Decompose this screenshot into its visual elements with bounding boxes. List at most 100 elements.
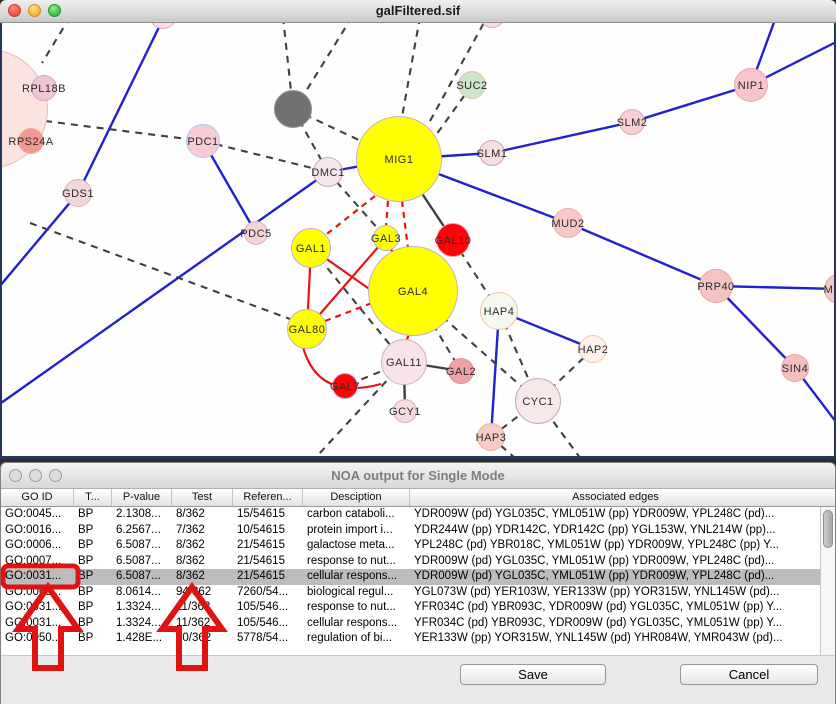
table-cell: BP xyxy=(74,569,112,585)
network-edge-pp[interactable] xyxy=(78,23,163,193)
column-header-t-[interactable]: T... xyxy=(74,489,112,506)
table-cell: 1.428E... xyxy=(112,631,172,647)
node-label-pdc1: PDC1 xyxy=(187,136,218,148)
table-body: GO:0045...BP2.1308...8/36215/54615carbon… xyxy=(1,507,835,655)
network-edge-redd[interactable] xyxy=(318,196,375,241)
table-cell: 11/362 xyxy=(172,616,233,632)
table-cell: BP xyxy=(74,523,112,539)
node-label-suc2: SUC2 xyxy=(456,80,487,92)
table-cell: 6.5087... xyxy=(112,538,172,554)
table-cell: 2.1308... xyxy=(112,507,172,523)
table-row[interactable]: GO:0065...BP8.0614...94/3627260/54...bio… xyxy=(1,585,835,601)
table-row[interactable]: GO:0050...BP1.428E...80/3625778/54...reg… xyxy=(1,631,835,647)
table-cell: regulation of bi... xyxy=(303,631,410,647)
table-cell: response to nut... xyxy=(303,554,410,570)
table-cell: 8/362 xyxy=(172,569,233,585)
network-node-gray-node[interactable] xyxy=(274,90,312,128)
node-label-dmc1: DMC1 xyxy=(311,167,344,179)
table-cell: 80/362 xyxy=(172,631,233,647)
network-canvas[interactable]: RPL18BRPS24AGDS1PDC1PDC5MIG1SUC2SLM1DMC1… xyxy=(0,23,836,459)
table-cell: 7/362 xyxy=(172,523,233,539)
table-cell: carbon cataboli... xyxy=(303,507,410,523)
table-row[interactable]: GO:0007...BP6.5087...8/36221/54615respon… xyxy=(1,554,835,570)
column-header-go-id[interactable]: GO ID xyxy=(1,489,74,506)
column-header-referen-[interactable]: Referen... xyxy=(233,489,303,506)
table-cell: cellular respons... xyxy=(303,616,410,632)
node-label-rpl18b: RPL18B xyxy=(22,83,66,95)
table-row[interactable]: GO:0031...BP6.5087...8/36221/54615cellul… xyxy=(1,569,835,585)
scrollbar-thumb[interactable] xyxy=(823,510,833,548)
table-cell: GO:0050... xyxy=(1,631,74,647)
column-header-associated-edges[interactable]: Associated edges xyxy=(410,489,821,506)
network-edge-pp[interactable] xyxy=(716,286,795,368)
cancel-button[interactable]: Cancel xyxy=(680,664,818,685)
node-label-gal3: GAL3 xyxy=(371,233,401,245)
button-panel: Save Cancel xyxy=(1,655,835,704)
table-cell: BP xyxy=(74,554,112,570)
network-edge-pp[interactable] xyxy=(632,85,751,122)
table-cell: 15/54615 xyxy=(233,507,303,523)
network-edge-pd[interactable] xyxy=(283,23,291,91)
table-cell: 8/362 xyxy=(172,538,233,554)
table-row[interactable]: GO:0031...BP1.3324...11/362105/546...cel… xyxy=(1,616,835,632)
table-cell: response to nut... xyxy=(303,600,410,616)
table-cell: BP xyxy=(74,585,112,601)
node-label-slm1: SLM1 xyxy=(477,148,508,160)
network-edge-pp[interactable] xyxy=(568,223,716,286)
table-cell: 1.3324... xyxy=(112,600,172,616)
table-row[interactable]: GO:0016...BP6.2567...7/36210/54615protei… xyxy=(1,523,835,539)
node-label-gds1: GDS1 xyxy=(62,188,94,200)
network-edge-redd[interactable] xyxy=(386,201,388,227)
table-cell: protein import i... xyxy=(303,523,410,539)
node-label-gal1: GAL1 xyxy=(296,243,326,255)
table-row[interactable]: GO:0006...BP6.5087...8/36221/54615galact… xyxy=(1,538,835,554)
table-cell: 105/546... xyxy=(233,616,303,632)
table-cell: YDR009W (pd) YGL035C, YML051W (pp) YDR00… xyxy=(410,569,821,585)
network-edge-pd[interactable] xyxy=(303,23,352,96)
table-cell: GO:0031... xyxy=(1,616,74,632)
table-row[interactable]: GO:0045...BP2.1308...8/36215/54615carbon… xyxy=(1,507,835,523)
table-cell: YDR009W (pd) YGL035C, YML051W (pp) YDR00… xyxy=(410,507,821,523)
network-edge-pd[interactable] xyxy=(402,23,420,117)
network-edge-pp[interactable] xyxy=(0,193,78,293)
column-header-desciption[interactable]: Desciption xyxy=(303,489,410,506)
network-window-title: galFiltered.sif xyxy=(0,0,836,22)
vertical-scrollbar[interactable] xyxy=(820,507,835,655)
table-cell: 11/362 xyxy=(172,600,233,616)
table-cell: 6.5087... xyxy=(112,554,172,570)
network-edge-pp[interactable] xyxy=(0,172,328,408)
table-cell: 94/362 xyxy=(172,585,233,601)
table-cell: 8.0614... xyxy=(112,585,172,601)
table-cell: cellular respons... xyxy=(303,569,410,585)
network-edge-pd[interactable] xyxy=(42,23,70,63)
noa-window-titlebar[interactable]: NOA output for Single Mode xyxy=(1,463,835,489)
network-edge-pp[interactable] xyxy=(492,122,632,153)
table-cell: BP xyxy=(74,538,112,554)
network-window-titlebar[interactable]: galFiltered.sif xyxy=(0,0,836,23)
table-cell: 5778/54... xyxy=(233,631,303,647)
network-edge-pd[interactable] xyxy=(45,121,203,141)
save-button[interactable]: Save xyxy=(460,664,606,685)
table-cell: GO:0045... xyxy=(1,507,74,523)
column-header-p-value[interactable]: P-value xyxy=(112,489,172,506)
node-label-hap4: HAP4 xyxy=(484,306,515,318)
network-edge-redd[interactable] xyxy=(325,303,372,321)
noa-window-title: NOA output for Single Mode xyxy=(1,463,835,488)
noa-output-window: NOA output for Single Mode GO IDT...P-va… xyxy=(0,462,836,704)
network-edge-redd[interactable] xyxy=(402,201,408,248)
table-cell: GO:0006... xyxy=(1,538,74,554)
table-cell: YGL073W (pd) YER103W, YER133W (pp) YOR31… xyxy=(410,585,821,601)
column-header-test[interactable]: Test xyxy=(172,489,233,506)
network-edge-pd[interactable] xyxy=(203,141,328,172)
table-row[interactable]: GO:0031...BP1.3324...11/362105/546...res… xyxy=(1,600,835,616)
table-cell: 6.2567... xyxy=(112,523,172,539)
table-cell: GO:0007... xyxy=(1,554,74,570)
table-cell: galactose meta... xyxy=(303,538,410,554)
node-label-rps24a: RPS24A xyxy=(8,136,53,148)
node-label-mud2: MUD2 xyxy=(551,218,584,230)
node-label-gcy1: GCY1 xyxy=(389,406,421,418)
table-cell: GO:0031... xyxy=(1,600,74,616)
table-cell: YER133W (pp) YOR315W, YNL145W (pd) YHR08… xyxy=(410,631,821,647)
node-label-gal11: GAL11 xyxy=(386,357,422,369)
table-cell: biological regul... xyxy=(303,585,410,601)
